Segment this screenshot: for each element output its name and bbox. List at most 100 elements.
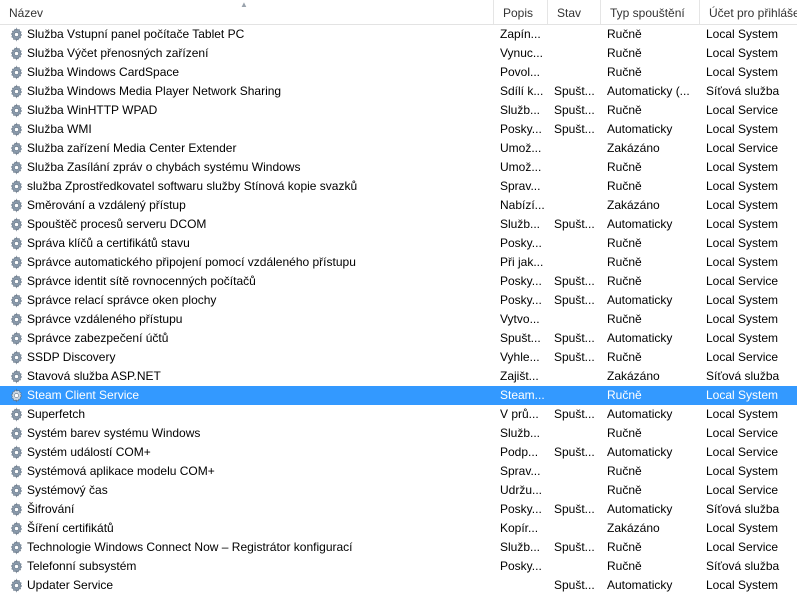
service-row[interactable]: Steam Client Service Steam... Ručně Local S… xyxy=(0,386,797,405)
service-name: Stavová služba ASP.NET xyxy=(27,369,161,383)
service-status: Spušt... xyxy=(554,217,595,231)
service-row[interactable]: Směrování a vzdálený přístup Nabízí... Zak… xyxy=(0,196,797,215)
service-row[interactable]: Technologie Windows Connect Now – Regist… xyxy=(0,538,797,557)
service-row[interactable]: Telefonní subsystém Posky... Ručně Síťová s… xyxy=(0,557,797,576)
service-status: Spušt... xyxy=(554,445,595,459)
column-header-startup-type[interactable]: Typ spouštění xyxy=(601,0,700,24)
service-status xyxy=(554,481,601,500)
service-name: Správce vzdáleného přístupu xyxy=(27,312,183,326)
service-row[interactable]: Služba WMI Posky... Spušt... Automaticky Loc… xyxy=(0,120,797,139)
service-description: Zajišt... xyxy=(500,369,539,383)
service-status: Spušt... xyxy=(554,122,595,136)
service-row[interactable]: Služba Zasílání zpráv o chybách systému … xyxy=(0,158,797,177)
service-description: Umož... xyxy=(500,141,542,155)
service-logon-as: Local System xyxy=(706,464,779,478)
service-startup-type: Automaticky (... xyxy=(607,84,690,98)
service-description: Steam... xyxy=(500,388,545,402)
service-description: Vytvo... xyxy=(500,312,540,326)
service-startup-type: Automaticky xyxy=(607,293,673,307)
service-row[interactable]: Stavová služba ASP.NET Zajišt... Zakázáno S… xyxy=(0,367,797,386)
sort-ascending-icon: ▲ xyxy=(240,0,248,9)
service-row[interactable]: Služba Vstupní panel počítače Tablet PC Z… xyxy=(0,25,797,44)
service-gear-icon xyxy=(9,179,24,194)
service-name: Telefonní subsystém xyxy=(27,559,137,573)
service-startup-type: Ručně xyxy=(607,160,642,174)
service-row[interactable]: Služba WinHTTP WPAD Služb... Spušt... Ručně… xyxy=(0,101,797,120)
service-gear-icon xyxy=(9,407,24,422)
service-gear-icon xyxy=(9,464,24,479)
service-startup-type: Ručně xyxy=(607,255,642,269)
service-row[interactable]: Správce vzdáleného přístupu Vytvo... Ručně… xyxy=(0,310,797,329)
service-name: Správa klíčů a certifikátů stavu xyxy=(27,236,190,250)
service-name: Služba Windows Media Player Network Shar… xyxy=(27,84,282,98)
service-row[interactable]: Správce zabezpečení účtů Spušt... Spušt...… xyxy=(0,329,797,348)
service-row[interactable]: Superfetch V prů... Spušt... Automaticky Loc… xyxy=(0,405,797,424)
column-header-status[interactable]: Stav xyxy=(548,0,601,24)
service-status xyxy=(554,196,601,215)
service-logon-as: Local System xyxy=(706,46,779,60)
service-row[interactable]: Systémový čas Udržu... Ručně Local Service xyxy=(0,481,797,500)
service-startup-type: Ručně xyxy=(607,274,642,288)
column-header-name[interactable]: Název ▲ xyxy=(0,0,494,24)
service-row[interactable]: Spouštěč procesů serveru DCOM Služb... Spu… xyxy=(0,215,797,234)
service-row[interactable]: Správce automatického připojení pomocí v… xyxy=(0,253,797,272)
service-startup-type: Ručně xyxy=(607,464,642,478)
service-row[interactable]: SSDP Discovery Vyhle... Spušt... Ručně Local… xyxy=(0,348,797,367)
service-status xyxy=(554,386,601,405)
service-gear-icon xyxy=(9,198,24,213)
column-header-startup-type-label: Typ spouštění xyxy=(610,6,685,20)
service-startup-type: Ručně xyxy=(607,236,642,250)
service-logon-as: Síťová služba xyxy=(706,84,780,98)
service-name: Systémový čas xyxy=(27,483,108,497)
service-row[interactable]: Služba zařízení Media Center Extender Umo… xyxy=(0,139,797,158)
service-name: Služba WinHTTP WPAD xyxy=(27,103,158,117)
service-description: Zapín... xyxy=(500,27,541,41)
service-row[interactable]: Služba Windows Media Player Network Shar… xyxy=(0,82,797,101)
service-description: Služb... xyxy=(500,426,541,440)
service-row[interactable]: Služba Výčet přenosných zařízení Vynuc...… xyxy=(0,44,797,63)
service-row[interactable]: Updater Service Spušt... Automaticky Local … xyxy=(0,576,797,595)
service-gear-icon xyxy=(9,483,24,498)
service-description: Při jak... xyxy=(500,255,544,269)
service-row[interactable]: Služba Windows CardSpace Povol... Ručně Loc… xyxy=(0,63,797,82)
service-row[interactable]: Správce relací správce oken plochy Posky.… xyxy=(0,291,797,310)
service-startup-type: Ručně xyxy=(607,426,642,440)
service-gear-icon xyxy=(9,103,24,118)
service-logon-as: Local Service xyxy=(706,141,779,155)
service-gear-icon xyxy=(9,65,24,80)
service-description: Spušt... xyxy=(500,331,541,345)
column-header-logon-as[interactable]: Účet pro přihlášení xyxy=(700,0,797,24)
service-gear-icon xyxy=(9,388,24,403)
service-logon-as: Local System xyxy=(706,198,779,212)
service-description: Posky... xyxy=(500,122,542,136)
service-logon-as: Local Service xyxy=(706,274,779,288)
service-status xyxy=(554,557,601,576)
service-name: Služba Vstupní panel počítače Tablet PC xyxy=(27,27,245,41)
service-row[interactable]: Správce identit sítě rovnocenných počíta… xyxy=(0,272,797,291)
service-name: Správce relací správce oken plochy xyxy=(27,293,217,307)
service-startup-type: Ručně xyxy=(607,65,642,79)
service-row[interactable]: Systém barev systému Windows Služb... Ručn… xyxy=(0,424,797,443)
service-status: Spušt... xyxy=(554,84,595,98)
service-logon-as: Síťová služba xyxy=(706,559,780,573)
service-row[interactable]: Šifrování Posky... Spušt... Automaticky Síťo… xyxy=(0,500,797,519)
service-startup-type: Ručně xyxy=(607,540,642,554)
service-logon-as: Síťová služba xyxy=(706,369,780,383)
service-row[interactable]: Správa klíčů a certifikátů stavu Posky...… xyxy=(0,234,797,253)
service-status: Spušt... xyxy=(554,293,595,307)
service-startup-type: Ručně xyxy=(607,388,642,402)
service-startup-type: Zakázáno xyxy=(607,369,660,383)
service-row[interactable]: služba Zprostředkovatel softwaru služby … xyxy=(0,177,797,196)
service-name: Steam Client Service xyxy=(27,388,140,402)
service-startup-type: Automaticky xyxy=(607,445,673,459)
service-logon-as: Local System xyxy=(706,407,779,421)
column-header-logon-as-label: Účet pro přihlášení xyxy=(709,6,797,20)
service-logon-as: Síťová služba xyxy=(706,502,780,516)
service-row[interactable]: Systémová aplikace modelu COM+ Sprav... Ru… xyxy=(0,462,797,481)
service-row[interactable]: Šíření certifikátů Kopír... Zakázáno Local … xyxy=(0,519,797,538)
service-name: Updater Service xyxy=(27,578,114,592)
service-row[interactable]: Systém událostí COM+ Podp... Spušt... Autom… xyxy=(0,443,797,462)
service-description: Vynuc... xyxy=(500,46,543,60)
service-name: SSDP Discovery xyxy=(27,350,116,364)
column-header-description[interactable]: Popis xyxy=(494,0,548,24)
